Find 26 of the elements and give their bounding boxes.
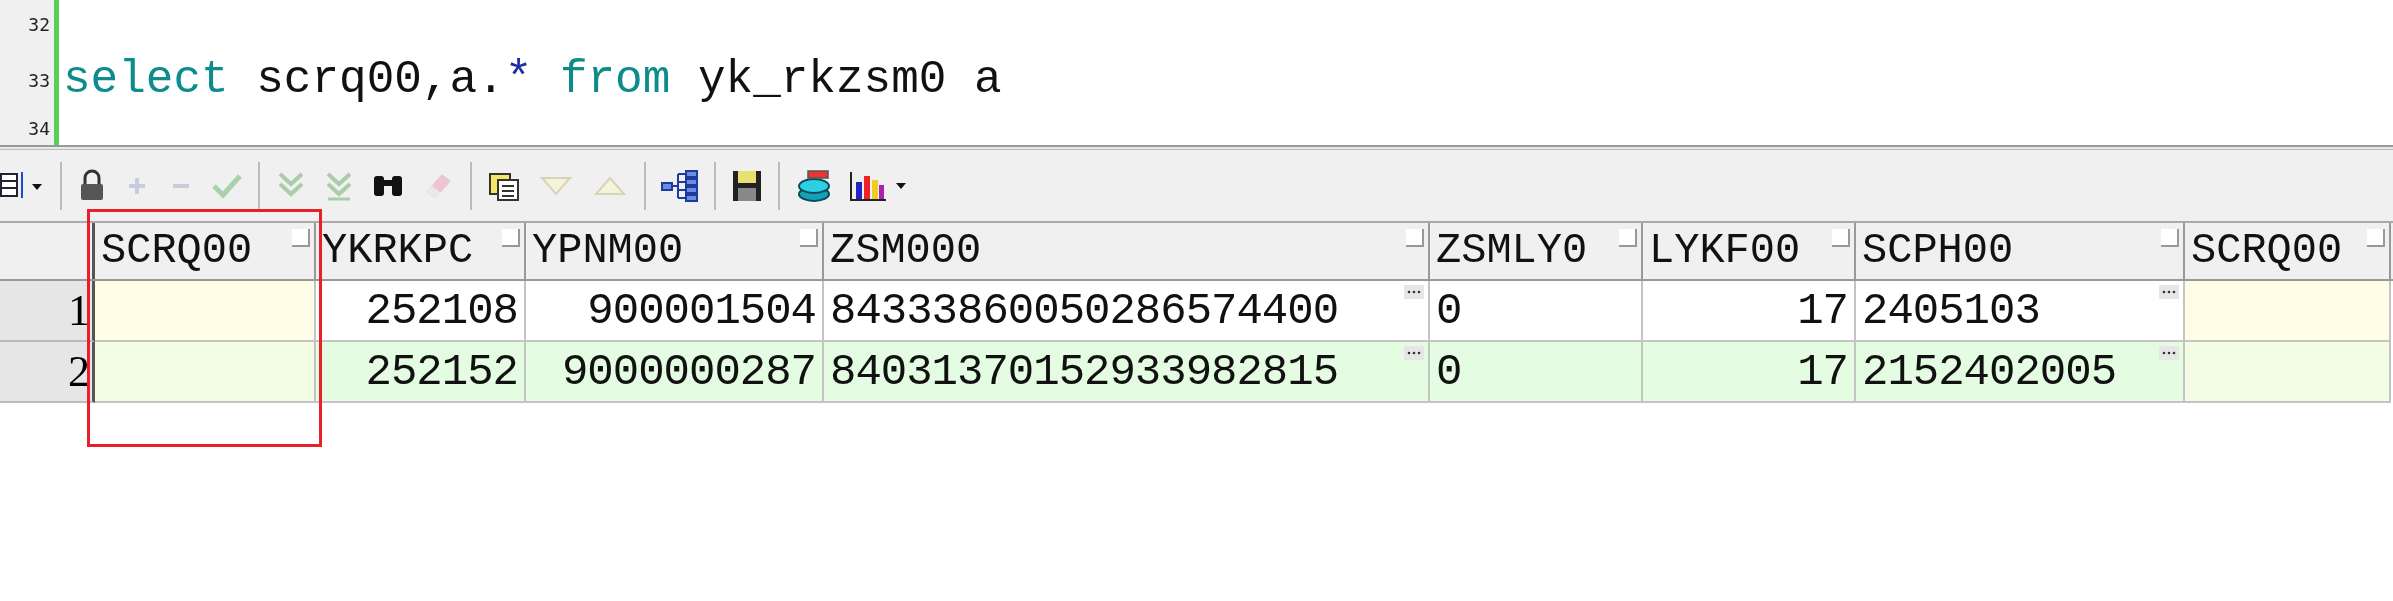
column-header[interactable]: SCRQ00 [2185, 223, 2391, 279]
table-cell: 2152402005 [1856, 342, 2185, 403]
column-header[interactable]: LYKF00 [1643, 223, 1856, 279]
table-cell: 0 [1430, 281, 1643, 342]
row-number[interactable]: 2 [0, 342, 95, 403]
table-cell: 17 [1643, 342, 1856, 403]
column-header[interactable]: SCPH00 [1856, 223, 2185, 279]
table-cell: 17 [1643, 281, 1856, 342]
column-header[interactable]: ZSMLY0 [1430, 223, 1643, 279]
code-line: select scrq00,a.* from yk_rkzsm0 a [63, 57, 1002, 103]
column-header[interactable]: YPNM00 [526, 223, 824, 279]
table-cell: 84333860050286574400 [824, 281, 1430, 342]
table-cell: 84031370152933982815 [824, 342, 1430, 403]
line-number: 34 [0, 112, 54, 145]
table-cell: 252108 [316, 281, 526, 342]
row-number[interactable]: 1 [0, 281, 95, 342]
column-header[interactable]: SCRQ00 [95, 223, 316, 279]
table-cell: 2405103 [1856, 281, 2185, 342]
table-cell: 900001504 [526, 281, 824, 342]
table-cell: 252152 [316, 342, 526, 403]
table-cell: 9000000287 [526, 342, 824, 403]
table-cell: 0 [1430, 342, 1643, 403]
column-header[interactable]: ZSM000 [824, 223, 1430, 279]
column-header[interactable]: YKRKPC [316, 223, 526, 279]
line-number: 33 [0, 48, 54, 112]
line-number: 32 [0, 0, 54, 48]
